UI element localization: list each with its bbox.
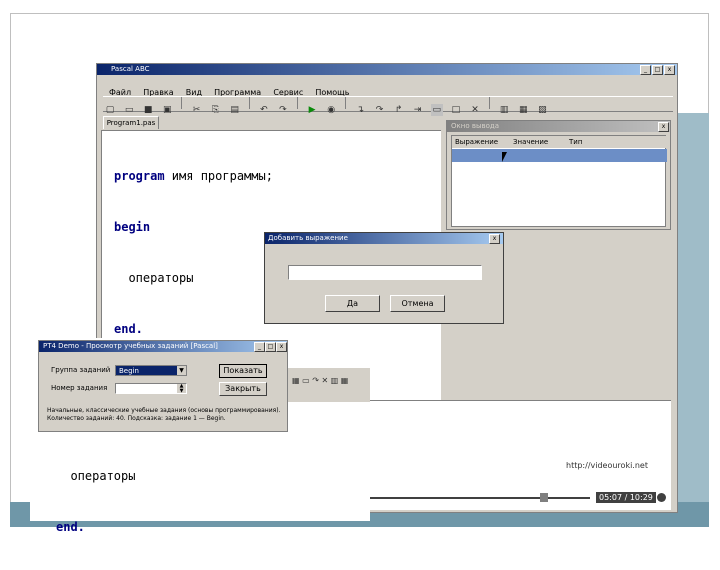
progress-track[interactable] bbox=[370, 497, 590, 499]
help-icon[interactable]: ▧ bbox=[536, 104, 548, 116]
time-readout: 05:07 / 10:29 bbox=[596, 492, 656, 503]
pt4-titlebar: PT4 Demo - Просмотр учебных заданий [Pas… bbox=[39, 341, 287, 352]
code-lines: program имя программы; begin операторы e… bbox=[114, 134, 273, 372]
toolbar-separator bbox=[248, 97, 250, 109]
watch-col-type[interactable]: Тип bbox=[566, 136, 670, 148]
video-controls: 05:07 / 10:29 bbox=[370, 492, 670, 504]
pt4-demo-window: PT4 Demo - Просмотр учебных заданий [Pas… bbox=[38, 340, 288, 432]
fullscreen-icon[interactable] bbox=[657, 493, 666, 502]
minimize-icon[interactable]: _ bbox=[254, 342, 265, 352]
code-keyword: begin bbox=[114, 220, 151, 234]
close-button[interactable]: Закрыть bbox=[219, 382, 267, 396]
code-line: end. bbox=[114, 321, 273, 338]
cut-icon[interactable]: ✂ bbox=[190, 104, 202, 116]
paste-icon[interactable]: ▤ bbox=[229, 104, 241, 116]
code-text: операторы bbox=[114, 271, 194, 285]
number-label: Номер задания bbox=[51, 384, 108, 392]
open-file-icon[interactable]: ▭ bbox=[123, 104, 135, 116]
toolbar: ▢ ▭ ■ ▣ ✂ ⎘ ▤ ↶ ↷ ▶ ◉ ↴ ↷ ↱ ⇥ ▭ □ ✕ ▥ ▦ … bbox=[103, 96, 673, 116]
ide-title: Pascal ABC bbox=[111, 65, 150, 73]
code-keyword: end. bbox=[56, 520, 85, 534]
watch-title: Окно вывода bbox=[451, 122, 500, 130]
dialog-title: Добавить выражение bbox=[268, 234, 348, 242]
watch-window: Окно вывода x Выражение Значение Тип bbox=[446, 120, 671, 230]
step-over-icon[interactable]: ↷ bbox=[374, 104, 386, 116]
close-icon[interactable]: x bbox=[664, 65, 675, 75]
code-line: операторы bbox=[114, 270, 273, 287]
undo-icon[interactable]: ↶ bbox=[258, 104, 270, 116]
maximize-icon[interactable]: □ bbox=[265, 342, 276, 352]
results-icon[interactable]: ▦ bbox=[517, 104, 529, 116]
watch-col-expression[interactable]: Выражение bbox=[452, 136, 514, 148]
pt4-title: PT4 Demo - Просмотр учебных заданий [Pas… bbox=[43, 342, 218, 350]
run-to-cursor-icon[interactable]: ⇥ bbox=[412, 104, 424, 116]
watermark-url: http://videouroki.net bbox=[566, 461, 648, 470]
toolbar-separator bbox=[489, 97, 491, 109]
chevron-down-icon[interactable]: ▼ bbox=[177, 366, 186, 375]
maximize-icon[interactable]: □ bbox=[652, 65, 663, 75]
step-into-icon[interactable]: ↴ bbox=[354, 104, 366, 116]
copy-icon[interactable]: ⎘ bbox=[210, 104, 222, 116]
show-button[interactable]: Показать bbox=[219, 364, 267, 378]
lower-code: операторы end. bbox=[56, 434, 135, 570]
editor-tab-label: Program1.pas bbox=[106, 119, 156, 127]
close-icon[interactable]: x bbox=[489, 234, 500, 244]
progress-knob[interactable] bbox=[540, 493, 548, 502]
delete-icon[interactable]: ✕ bbox=[469, 104, 481, 116]
slide-accent-bar bbox=[677, 113, 709, 515]
ok-button[interactable]: Да bbox=[325, 295, 380, 312]
save-all-icon[interactable]: ▣ bbox=[161, 104, 173, 116]
stop-icon[interactable]: ◉ bbox=[325, 104, 337, 116]
toolbar-icons: ▦ ▭ ↷ ✕ ▥ ▦ bbox=[292, 376, 349, 385]
toolbar-separator bbox=[297, 97, 299, 109]
group-select[interactable]: Begin ▼ bbox=[115, 365, 187, 376]
menu-bar: Файл Правка Вид Программа Сервис Помощь bbox=[109, 80, 669, 97]
task-info-text: Начальные, классические учебные задания … bbox=[47, 407, 281, 422]
cancel-button[interactable]: Отмена bbox=[390, 295, 445, 312]
number-stepper[interactable]: ▲ ▼ bbox=[115, 383, 187, 394]
run-icon[interactable]: ▶ bbox=[306, 104, 318, 116]
close-icon[interactable]: x bbox=[276, 342, 287, 352]
watch-window-icon[interactable]: ▭ bbox=[430, 104, 443, 116]
step-out-icon[interactable]: ↱ bbox=[393, 104, 405, 116]
toolbar-separator bbox=[181, 97, 183, 109]
minimize-icon[interactable]: _ bbox=[640, 65, 651, 75]
toolbar-separator bbox=[345, 97, 347, 109]
code-keyword: program bbox=[114, 169, 165, 183]
group-label: Группа заданий bbox=[51, 366, 111, 374]
code-keyword: end. bbox=[114, 322, 143, 336]
redo-icon[interactable]: ↷ bbox=[277, 104, 289, 116]
dialog-titlebar: Добавить выражение x bbox=[265, 233, 503, 244]
stepper-arrows-icon[interactable]: ▲ ▼ bbox=[177, 384, 186, 394]
editor-tab[interactable]: Program1.pas bbox=[103, 116, 159, 129]
watch-table: Выражение Значение Тип bbox=[451, 135, 670, 227]
add-expression-dialog: Добавить выражение x Да Отмена bbox=[264, 232, 504, 324]
mouse-cursor-icon bbox=[502, 152, 512, 162]
group-select-value: Begin bbox=[119, 367, 139, 375]
code-line: program имя программы; bbox=[114, 168, 273, 185]
watch-titlebar: Окно вывода x bbox=[447, 121, 670, 132]
watch-col-value[interactable]: Значение bbox=[510, 136, 570, 148]
window-icon[interactable]: □ bbox=[450, 104, 462, 116]
pt-background-strip: ▦ ▭ ↷ ✕ ▥ ▦ bbox=[288, 368, 370, 402]
code-line: операторы bbox=[56, 469, 136, 483]
code-text: имя программы; bbox=[164, 169, 273, 183]
code-line: begin bbox=[114, 219, 273, 236]
close-icon[interactable]: x bbox=[658, 122, 669, 132]
new-file-icon[interactable]: ▢ bbox=[104, 104, 116, 116]
tasks-icon[interactable]: ▥ bbox=[498, 104, 510, 116]
save-icon[interactable]: ■ bbox=[142, 104, 154, 116]
ide-titlebar: Pascal ABC _ □ x bbox=[97, 64, 677, 75]
watch-selected-row[interactable] bbox=[452, 149, 667, 162]
expression-input[interactable] bbox=[288, 265, 482, 280]
